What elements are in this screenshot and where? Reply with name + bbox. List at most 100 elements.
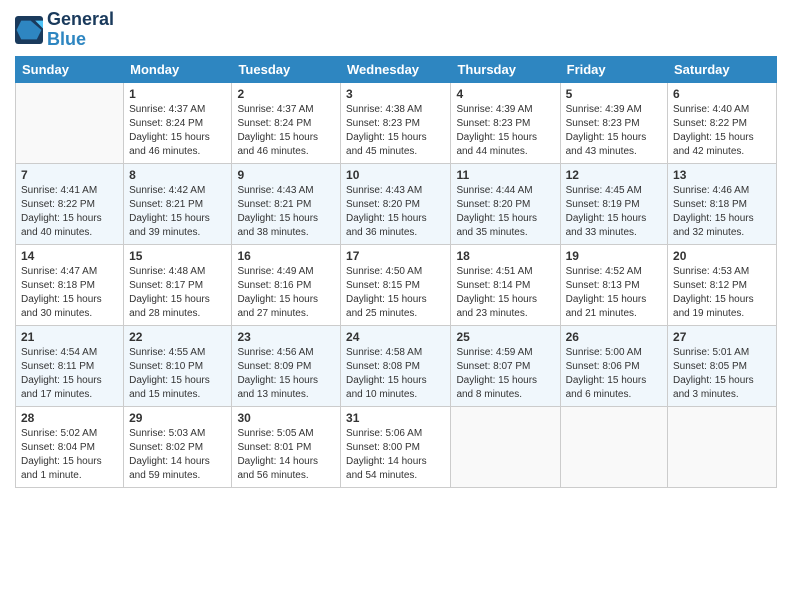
calendar-week-row: 28 Sunrise: 5:02 AM Sunset: 8:04 PM Dayli… xyxy=(16,406,777,487)
calendar-week-row: 21 Sunrise: 4:54 AM Sunset: 8:11 PM Dayli… xyxy=(16,325,777,406)
calendar-week-row: 14 Sunrise: 4:47 AM Sunset: 8:18 PM Dayli… xyxy=(16,244,777,325)
calendar-cell: 9 Sunrise: 4:43 AM Sunset: 8:21 PM Daylig… xyxy=(232,163,341,244)
day-content: Sunrise: 4:56 AM Sunset: 8:09 PM Dayligh… xyxy=(237,346,335,402)
calendar-cell: 31 Sunrise: 5:06 AM Sunset: 8:00 PM Dayli… xyxy=(341,406,451,487)
calendar-cell: 29 Sunrise: 5:03 AM Sunset: 8:02 PM Dayli… xyxy=(124,406,232,487)
day-content: Sunrise: 4:58 AM Sunset: 8:08 PM Dayligh… xyxy=(346,346,445,402)
weekday-header: Sunday xyxy=(16,56,124,82)
weekday-header: Monday xyxy=(124,56,232,82)
day-number: 13 xyxy=(673,168,771,182)
day-content: Sunrise: 4:45 AM Sunset: 8:19 PM Dayligh… xyxy=(566,184,662,240)
weekday-header: Wednesday xyxy=(341,56,451,82)
day-content: Sunrise: 5:02 AM Sunset: 8:04 PM Dayligh… xyxy=(21,427,118,483)
calendar-cell: 3 Sunrise: 4:38 AM Sunset: 8:23 PM Daylig… xyxy=(341,82,451,163)
day-content: Sunrise: 4:53 AM Sunset: 8:12 PM Dayligh… xyxy=(673,265,771,321)
day-number: 28 xyxy=(21,411,118,425)
calendar-header-row: SundayMondayTuesdayWednesdayThursdayFrid… xyxy=(16,56,777,82)
calendar-table: SundayMondayTuesdayWednesdayThursdayFrid… xyxy=(15,56,777,488)
day-content: Sunrise: 4:59 AM Sunset: 8:07 PM Dayligh… xyxy=(456,346,554,402)
day-content: Sunrise: 5:03 AM Sunset: 8:02 PM Dayligh… xyxy=(129,427,226,483)
day-content: Sunrise: 4:44 AM Sunset: 8:20 PM Dayligh… xyxy=(456,184,554,240)
calendar-cell: 2 Sunrise: 4:37 AM Sunset: 8:24 PM Daylig… xyxy=(232,82,341,163)
day-number: 30 xyxy=(237,411,335,425)
header: General Blue xyxy=(15,10,777,50)
logo-icon xyxy=(15,16,43,44)
day-number: 3 xyxy=(346,87,445,101)
calendar-cell: 23Sunrise: 4:56 AM Sunset: 8:09 PM Dayli… xyxy=(232,325,341,406)
calendar-cell: 28 Sunrise: 5:02 AM Sunset: 8:04 PM Dayli… xyxy=(16,406,124,487)
calendar-cell: 1 Sunrise: 4:37 AM Sunset: 8:24 PM Daylig… xyxy=(124,82,232,163)
day-number: 20 xyxy=(673,249,771,263)
day-number: 12 xyxy=(566,168,662,182)
day-number: 26 xyxy=(566,330,662,344)
logo: General Blue xyxy=(15,10,114,50)
day-content: Sunrise: 4:40 AM Sunset: 8:22 PM Dayligh… xyxy=(673,103,771,159)
day-content: Sunrise: 4:38 AM Sunset: 8:23 PM Dayligh… xyxy=(346,103,445,159)
calendar-cell: 8Sunrise: 4:42 AM Sunset: 8:21 PM Daylig… xyxy=(124,163,232,244)
day-number: 4 xyxy=(456,87,554,101)
day-number: 7 xyxy=(21,168,118,182)
calendar-cell: 15 Sunrise: 4:48 AM Sunset: 8:17 PM Dayli… xyxy=(124,244,232,325)
day-number: 25 xyxy=(456,330,554,344)
calendar-cell: 10Sunrise: 4:43 AM Sunset: 8:20 PM Dayli… xyxy=(341,163,451,244)
day-content: Sunrise: 4:51 AM Sunset: 8:14 PM Dayligh… xyxy=(456,265,554,321)
calendar-week-row: 7 Sunrise: 4:41 AM Sunset: 8:22 PM Daylig… xyxy=(16,163,777,244)
calendar-cell: 14 Sunrise: 4:47 AM Sunset: 8:18 PM Dayli… xyxy=(16,244,124,325)
day-number: 15 xyxy=(129,249,226,263)
day-content: Sunrise: 4:49 AM Sunset: 8:16 PM Dayligh… xyxy=(237,265,335,321)
day-content: Sunrise: 4:39 AM Sunset: 8:23 PM Dayligh… xyxy=(566,103,662,159)
calendar-week-row: 1 Sunrise: 4:37 AM Sunset: 8:24 PM Daylig… xyxy=(16,82,777,163)
day-number: 24 xyxy=(346,330,445,344)
calendar-cell: 22 Sunrise: 4:55 AM Sunset: 8:10 PM Dayli… xyxy=(124,325,232,406)
day-content: Sunrise: 5:05 AM Sunset: 8:01 PM Dayligh… xyxy=(237,427,335,483)
day-content: Sunrise: 4:43 AM Sunset: 8:20 PM Dayligh… xyxy=(346,184,445,240)
day-content: Sunrise: 4:54 AM Sunset: 8:11 PM Dayligh… xyxy=(21,346,118,402)
day-content: Sunrise: 4:41 AM Sunset: 8:22 PM Dayligh… xyxy=(21,184,118,240)
calendar-cell: 21 Sunrise: 4:54 AM Sunset: 8:11 PM Dayli… xyxy=(16,325,124,406)
calendar-cell: 30 Sunrise: 5:05 AM Sunset: 8:01 PM Dayli… xyxy=(232,406,341,487)
day-content: Sunrise: 4:52 AM Sunset: 8:13 PM Dayligh… xyxy=(566,265,662,321)
calendar-cell xyxy=(668,406,777,487)
day-content: Sunrise: 4:46 AM Sunset: 8:18 PM Dayligh… xyxy=(673,184,771,240)
day-content: Sunrise: 4:50 AM Sunset: 8:15 PM Dayligh… xyxy=(346,265,445,321)
day-number: 14 xyxy=(21,249,118,263)
day-number: 22 xyxy=(129,330,226,344)
day-content: Sunrise: 4:43 AM Sunset: 8:21 PM Dayligh… xyxy=(237,184,335,240)
day-content: Sunrise: 4:55 AM Sunset: 8:10 PM Dayligh… xyxy=(129,346,226,402)
day-number: 19 xyxy=(566,249,662,263)
day-content: Sunrise: 4:48 AM Sunset: 8:17 PM Dayligh… xyxy=(129,265,226,321)
day-number: 31 xyxy=(346,411,445,425)
weekday-header: Thursday xyxy=(451,56,560,82)
day-number: 29 xyxy=(129,411,226,425)
day-content: Sunrise: 5:06 AM Sunset: 8:00 PM Dayligh… xyxy=(346,427,445,483)
calendar-cell: 24 Sunrise: 4:58 AM Sunset: 8:08 PM Dayli… xyxy=(341,325,451,406)
calendar-cell: 26Sunrise: 5:00 AM Sunset: 8:06 PM Dayli… xyxy=(560,325,667,406)
day-number: 11 xyxy=(456,168,554,182)
calendar-cell: 6Sunrise: 4:40 AM Sunset: 8:22 PM Daylig… xyxy=(668,82,777,163)
day-content: Sunrise: 4:42 AM Sunset: 8:21 PM Dayligh… xyxy=(129,184,226,240)
day-number: 2 xyxy=(237,87,335,101)
day-content: Sunrise: 4:37 AM Sunset: 8:24 PM Dayligh… xyxy=(129,103,226,159)
calendar-cell: 11 Sunrise: 4:44 AM Sunset: 8:20 PM Dayli… xyxy=(451,163,560,244)
calendar-cell: 5Sunrise: 4:39 AM Sunset: 8:23 PM Daylig… xyxy=(560,82,667,163)
calendar-cell: 16Sunrise: 4:49 AM Sunset: 8:16 PM Dayli… xyxy=(232,244,341,325)
page-container: General Blue SundayMondayTuesdayWednesda… xyxy=(0,0,792,498)
logo-text: General Blue xyxy=(47,10,114,50)
day-content: Sunrise: 4:47 AM Sunset: 8:18 PM Dayligh… xyxy=(21,265,118,321)
calendar-cell: 17Sunrise: 4:50 AM Sunset: 8:15 PM Dayli… xyxy=(341,244,451,325)
day-number: 21 xyxy=(21,330,118,344)
calendar-cell: 20 Sunrise: 4:53 AM Sunset: 8:12 PM Dayli… xyxy=(668,244,777,325)
day-number: 1 xyxy=(129,87,226,101)
calendar-cell xyxy=(560,406,667,487)
calendar-cell: 4 Sunrise: 4:39 AM Sunset: 8:23 PM Daylig… xyxy=(451,82,560,163)
calendar-cell: 25 Sunrise: 4:59 AM Sunset: 8:07 PM Dayli… xyxy=(451,325,560,406)
day-content: Sunrise: 4:37 AM Sunset: 8:24 PM Dayligh… xyxy=(237,103,335,159)
day-number: 18 xyxy=(456,249,554,263)
calendar-cell: 18 Sunrise: 4:51 AM Sunset: 8:14 PM Dayli… xyxy=(451,244,560,325)
day-number: 9 xyxy=(237,168,335,182)
weekday-header: Saturday xyxy=(668,56,777,82)
calendar-cell: 12 Sunrise: 4:45 AM Sunset: 8:19 PM Dayli… xyxy=(560,163,667,244)
day-number: 27 xyxy=(673,330,771,344)
calendar-cell: 13 Sunrise: 4:46 AM Sunset: 8:18 PM Dayli… xyxy=(668,163,777,244)
day-content: Sunrise: 4:39 AM Sunset: 8:23 PM Dayligh… xyxy=(456,103,554,159)
